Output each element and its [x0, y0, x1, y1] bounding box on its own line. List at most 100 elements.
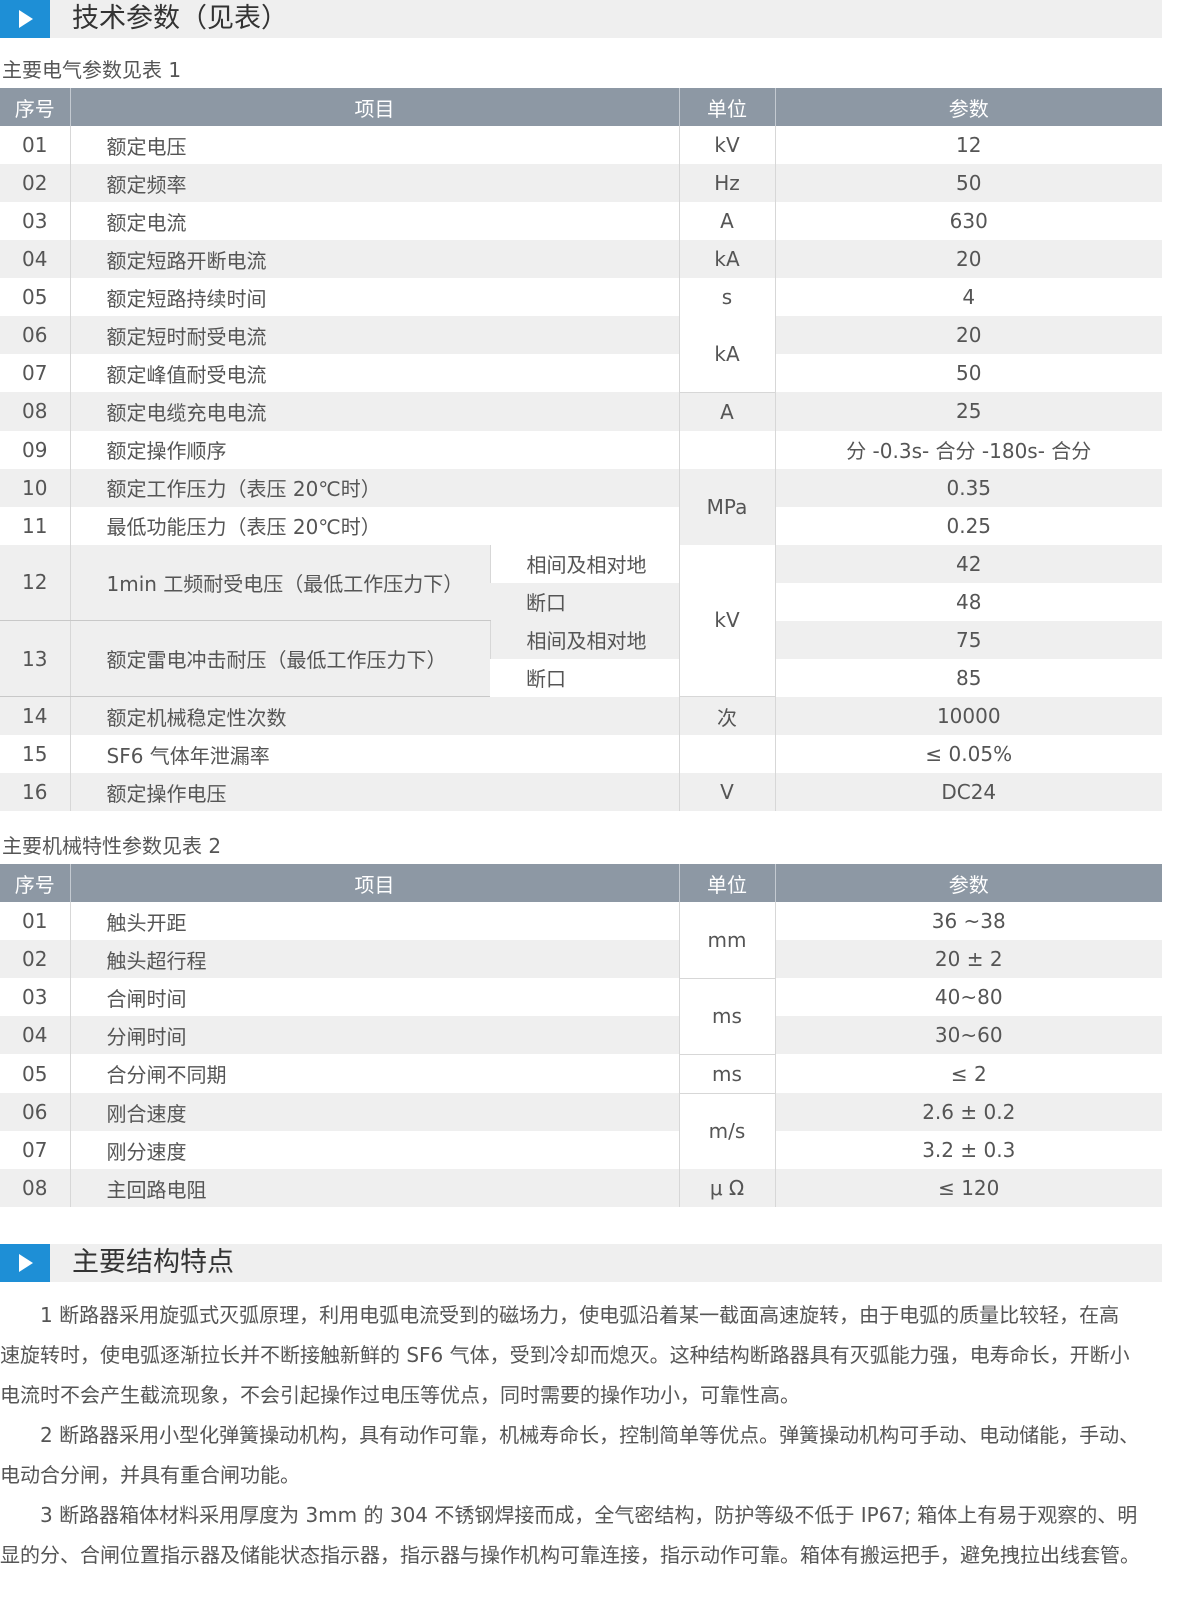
- row-value: 10000: [774, 696, 1162, 735]
- table-row: 06 刚合速度 m/s 2.6 ± 0.2: [0, 1093, 1162, 1169]
- table-row: 13 额定雷电冲击耐压（最低工作压力下） 相间及相对地 75: [0, 620, 1162, 697]
- row-item: 额定电缆充电电流: [69, 392, 679, 431]
- header-unit: 单位: [678, 88, 775, 126]
- header-value: 参数: [774, 864, 1162, 902]
- table-row: 06 额定短时耐受电流 kA 20: [0, 316, 1162, 393]
- text-line: 显的分、合闸位置指示器及储能状态指示器，指示器与操作机构可靠连接，指示动作可靠。…: [0, 1543, 1140, 1567]
- table-row: 05 额定短路持续时间 s 4: [0, 278, 1162, 316]
- row-value: ≤ 120: [774, 1169, 1162, 1207]
- table-row: 01 额定电压 kV 12: [0, 126, 1162, 164]
- section-title: 主要结构特点: [72, 1247, 234, 1278]
- play-arrow-icon: [0, 1244, 50, 1282]
- row-item: 额定峰值耐受电流: [69, 354, 679, 392]
- row-unit: kV: [678, 126, 775, 164]
- row-unit: mm: [678, 902, 775, 979]
- row-no: 14: [0, 696, 70, 735]
- row-no: 02: [0, 940, 70, 978]
- row-value: 20 ± 2: [774, 940, 1162, 978]
- row-no: 16: [0, 773, 70, 811]
- row-value: 40~80: [774, 978, 1162, 1016]
- row-item: 合分闸不同期: [69, 1054, 679, 1093]
- row-no: 01: [22, 909, 48, 933]
- text-line: 1 断路器采用旋弧式灭弧原理，利用电弧电流受到的磁场力，使电弧沿着某一截面高速旋…: [0, 1303, 1120, 1327]
- row-value: 50: [774, 354, 1162, 392]
- table-row: 02 触头超行程 20 ± 2: [0, 940, 1162, 978]
- text-line: 3 断路器箱体材料采用厚度为 3mm 的 304 不锈钢焊接而成，全气密结构，防…: [0, 1503, 1138, 1527]
- row-item: 额定工作压力（表压 20℃时）: [69, 468, 679, 507]
- row-item: 触头超行程: [69, 940, 679, 978]
- row-value: 4: [774, 278, 1162, 316]
- row-item: 刚合速度: [69, 1093, 679, 1131]
- row-no: 04: [0, 240, 70, 278]
- table-row: 11 最低功能压力（表压 20℃时） 0.25: [0, 506, 1162, 545]
- table-row: 15 SF6 气体年泄漏率 ≤ 0.05%: [0, 735, 1162, 773]
- header-item: 项目: [69, 864, 679, 902]
- row-unit: 次: [678, 696, 775, 735]
- row-no: 03: [22, 209, 48, 233]
- row-value: 30~60: [774, 1016, 1162, 1054]
- row-unit: ms: [678, 1054, 775, 1094]
- row-item: 额定机械稳定性次数: [69, 696, 679, 735]
- text-line: 电动合分闸，并具有重合闸功能。: [0, 1463, 300, 1487]
- row-item: 额定操作顺序: [69, 430, 679, 469]
- row-item: 触头开距: [69, 902, 679, 940]
- row-item: 额定短时耐受电流: [69, 316, 679, 354]
- table-row: 14 额定机械稳定性次数 次 10000: [0, 696, 1162, 735]
- row-no: 10: [0, 468, 70, 507]
- row-item: 刚分速度: [69, 1131, 679, 1169]
- row-subitem: 断口: [490, 658, 679, 697]
- row-value: 分 -0.3s- 合分 -180s- 合分: [774, 430, 1162, 469]
- row-item: 额定短路开断电流: [69, 240, 679, 278]
- row-no: 05: [22, 1061, 48, 1086]
- row-no: 07: [22, 1138, 48, 1162]
- row-subitem: 断口: [490, 582, 679, 621]
- table-row: 04 额定短路开断电流 kA 20: [0, 240, 1162, 278]
- header-no: 序号: [0, 88, 70, 126]
- row-no: 13: [0, 620, 70, 697]
- header-item: 项目: [69, 88, 679, 126]
- row-item: 最低功能压力（表压 20℃时）: [69, 506, 679, 545]
- row-item: 额定频率: [69, 164, 679, 202]
- row-value: 25: [774, 392, 1162, 431]
- row-unit: s: [678, 278, 775, 316]
- row-unit: [678, 430, 775, 469]
- row-value: ≤ 2: [774, 1054, 1162, 1093]
- row-value: 20: [774, 316, 1162, 354]
- row-unit: kV: [678, 544, 775, 697]
- row-subitem: 相间及相对地: [489, 620, 679, 659]
- row-no: 12: [0, 544, 70, 621]
- row-item: 主回路电阻: [69, 1169, 679, 1207]
- table-row: 07 刚分速度 3.2 ± 0.3: [0, 1131, 1162, 1169]
- electrical-params-table: 序号 项目 单位 参数 01 额定电压 kV 12 02 额定频率 Hz 50 …: [0, 88, 1162, 811]
- table-row: 08 额定电缆充电电流 A 25: [0, 392, 1162, 431]
- row-unit: m/s: [678, 1093, 775, 1169]
- row-no: 03: [22, 985, 48, 1009]
- row-unit: ms: [678, 978, 775, 1055]
- row-no: 06: [0, 1093, 70, 1131]
- structure-features-text: 1 断路器采用旋弧式灭弧原理，利用电弧电流受到的磁场力，使电弧沿着某一截面高速旋…: [0, 1295, 1180, 1575]
- row-item: 1min 工频耐受电压（最低工作压力下）: [69, 544, 490, 621]
- table-row: 12 1min 工频耐受电压（最低工作压力下） 相间及相对地 kV 42: [0, 544, 1162, 697]
- row-value: 36 ~38: [774, 902, 1162, 940]
- table-row: 02 额定频率 Hz 50: [0, 164, 1162, 202]
- row-no: 08: [0, 392, 70, 431]
- table-row: 08 主回路电阻 μ Ω ≤ 120: [0, 1169, 1162, 1207]
- section-header-structure: 主要结构特点: [0, 1244, 1162, 1282]
- row-unit: A: [678, 392, 775, 431]
- header-unit: 单位: [678, 864, 775, 902]
- row-value: 0.35: [774, 468, 1162, 507]
- text-line: 速旋转时，使电弧逐渐拉长并不断接触新鲜的 SF6 气体，受到冷却而熄灭。这种结构…: [0, 1343, 1130, 1367]
- row-value: ≤ 0.05%: [774, 735, 1162, 773]
- row-item: 额定雷电冲击耐压（最低工作压力下）: [69, 620, 490, 697]
- text-line: 2 断路器采用小型化弹簧操动机构，具有动作可靠，机械寿命长，控制简单等优点。弹簧…: [0, 1423, 1140, 1447]
- row-value: 3.2 ± 0.3: [774, 1131, 1162, 1169]
- row-unit: MPa: [678, 468, 775, 545]
- row-item: SF6 气体年泄漏率: [69, 735, 679, 773]
- row-value: 42: [774, 544, 1162, 583]
- row-value: 48: [774, 582, 1162, 621]
- row-subitem: 相间及相对地: [489, 544, 679, 583]
- row-unit: kA: [678, 316, 775, 393]
- row-no: 02: [0, 164, 70, 202]
- row-item: 额定短路持续时间: [69, 278, 679, 316]
- table-row: 03 合闸时间 ms 40~80: [0, 978, 1162, 1055]
